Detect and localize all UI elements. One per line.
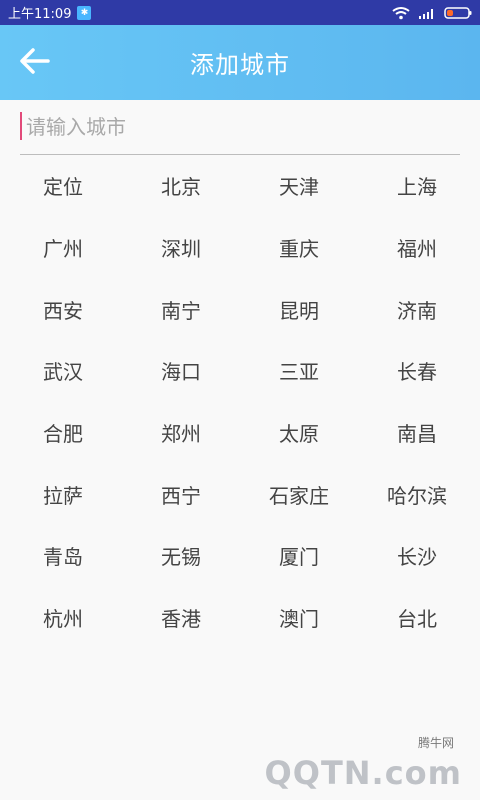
city-item[interactable]: 厦门 [240,525,358,587]
search-field[interactable] [20,100,464,155]
city-item[interactable]: 南昌 [358,402,476,464]
city-item[interactable]: 拉萨 [4,463,122,525]
city-item[interactable]: 台北 [358,587,476,649]
city-item[interactable]: 海口 [122,340,240,402]
text-caret [20,112,22,140]
watermark-logo-text: QQTN.com [264,754,462,792]
city-item[interactable]: 三亚 [240,340,358,402]
city-item[interactable]: 定位 [4,155,122,217]
signal-icon [418,6,436,20]
city-item[interactable]: 石家庄 [240,463,358,525]
city-item[interactable]: 青岛 [4,525,122,587]
city-item[interactable]: 澳门 [240,587,358,649]
city-item[interactable]: 合肥 [4,402,122,464]
city-item[interactable]: 上海 [358,155,476,217]
watermark-small-text: 腾牛网 [417,736,454,750]
city-item[interactable]: 福州 [358,217,476,279]
city-item[interactable]: 长沙 [358,525,476,587]
city-item[interactable]: 杭州 [4,587,122,649]
city-item[interactable]: 郑州 [122,402,240,464]
status-left: 上午11:09 ✱ [8,3,92,22]
city-grid: 定位 北京 天津 上海广州 深圳 重庆 福州西安 南宁 昆明 济南武汉 海口 三亚 长春合肥 郑州 太原 南昌… [0,155,480,649]
city-item[interactable]: 天津 [240,155,358,217]
page-title: 添加城市 [190,51,290,79]
status-time: 上午11:09 [8,7,72,22]
city-item[interactable]: 济南 [358,278,476,340]
battery-icon [444,6,472,20]
city-item[interactable]: 北京 [122,155,240,217]
city-item[interactable]: 武汉 [4,340,122,402]
city-item[interactable]: 无锡 [122,525,240,587]
city-item[interactable]: 昆明 [240,278,358,340]
app-bar: 添加城市 [0,25,480,100]
city-item[interactable]: 重庆 [240,217,358,279]
city-item[interactable]: 广州 [4,217,122,279]
city-item[interactable]: 长春 [358,340,476,402]
city-item[interactable]: 深圳 [122,217,240,279]
city-item[interactable]: 西安 [4,278,122,340]
status-right [392,6,472,20]
city-item[interactable]: 香港 [122,587,240,649]
city-search-input[interactable] [24,108,464,146]
watermark: 腾牛网 QQTN.com [265,734,470,794]
status-bar: 上午11:09 ✱ [0,0,480,25]
city-item[interactable]: 西宁 [122,463,240,525]
city-item[interactable]: 太原 [240,402,358,464]
notification-icon: ✱ [77,5,92,20]
wifi-icon [392,6,410,20]
city-item[interactable]: 南宁 [122,278,240,340]
city-item[interactable]: 哈尔滨 [358,463,476,525]
